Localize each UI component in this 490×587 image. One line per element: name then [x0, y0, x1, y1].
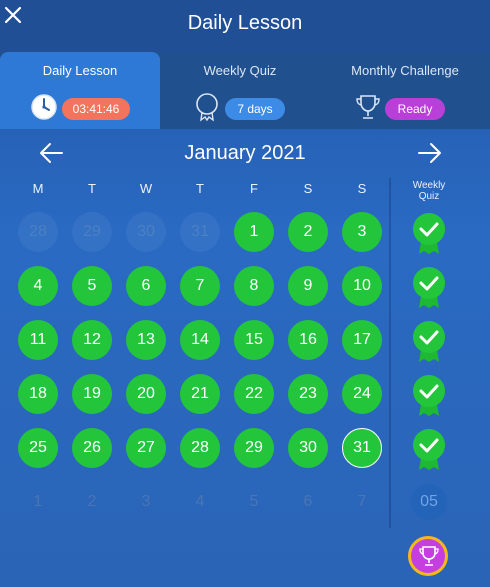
clock-icon	[29, 92, 59, 122]
calendar-day[interactable]: 24	[342, 374, 382, 414]
tab-daily-lesson[interactable]: Daily Lesson 03:41:46	[0, 52, 160, 129]
calendar-day: 29	[72, 212, 112, 252]
calendar-day: 4	[195, 493, 205, 510]
calendar-day[interactable]: 3	[342, 212, 382, 252]
calendar-day[interactable]: 16	[288, 320, 328, 360]
arrow-right-icon[interactable]	[416, 141, 444, 165]
weekly-quiz-badge: 7 days	[225, 98, 285, 120]
arrow-left-icon[interactable]	[37, 141, 65, 165]
calendar-day[interactable]: 19	[72, 374, 112, 414]
tab-weekly-quiz[interactable]: Weekly Quiz 7 days	[160, 52, 320, 129]
calendar-day[interactable]: 25	[18, 428, 58, 468]
weekday-label: W	[139, 181, 153, 196]
tab-label: Daily Lesson	[42, 63, 118, 78]
calendar-day[interactable]: 6	[126, 266, 166, 306]
app-header: Daily Lesson	[0, 0, 490, 52]
calendar-day[interactable]: 17	[342, 320, 382, 360]
quiz-complete-badge-icon[interactable]	[411, 266, 447, 310]
calendar-day[interactable]: 22	[234, 374, 274, 414]
calendar-day: 5	[249, 493, 259, 510]
trophy-icon	[353, 92, 383, 122]
calendar-day[interactable]: 29	[234, 428, 274, 468]
calendar-day[interactable]: 1	[234, 212, 274, 252]
calendar-day[interactable]: 2	[288, 212, 328, 252]
calendar-day[interactable]: 9	[288, 266, 328, 306]
monthly-trophy-button[interactable]	[408, 536, 448, 576]
medal-icon	[192, 92, 222, 122]
page-title: Daily Lesson	[187, 12, 303, 34]
calendar-day: 6	[303, 493, 313, 510]
calendar-day[interactable]: 15	[234, 320, 274, 360]
quiz-complete-badge-icon[interactable]	[411, 212, 447, 256]
calendar-day: 7	[357, 493, 367, 510]
weekly-quiz-column-label: Weekly Quiz	[412, 180, 446, 202]
calendar-day[interactable]: 21	[180, 374, 220, 414]
monthly-challenge-badge: Ready	[385, 98, 445, 120]
weekday-label: M	[32, 181, 44, 196]
calendar-header: January 2021	[0, 129, 490, 177]
calendar-day[interactable]: 28	[180, 428, 220, 468]
column-divider	[389, 178, 391, 528]
calendar-day: 1	[33, 493, 43, 510]
calendar-day[interactable]: 18	[18, 374, 58, 414]
countdown-badge: 03:41:46	[62, 98, 130, 120]
calendar-day[interactable]: 5	[72, 266, 112, 306]
tab-bar: Daily Lesson 03:41:46 Weekly Quiz 7 days…	[0, 52, 490, 129]
calendar-day[interactable]: 26	[72, 428, 112, 468]
calendar-day: 28	[18, 212, 58, 252]
upcoming-quiz-week: 05	[411, 484, 447, 520]
weekday-label: T	[88, 181, 96, 196]
calendar-day: 31	[180, 212, 220, 252]
calendar-day[interactable]: 13	[126, 320, 166, 360]
calendar-day[interactable]: 27	[126, 428, 166, 468]
calendar-day: 3	[141, 493, 151, 510]
quiz-complete-badge-icon[interactable]	[411, 428, 447, 472]
calendar-day[interactable]: 4	[18, 266, 58, 306]
calendar-day: 2	[87, 493, 97, 510]
quiz-complete-badge-icon[interactable]	[411, 320, 447, 364]
calendar-day[interactable]: 8	[234, 266, 274, 306]
calendar-day[interactable]: 7	[180, 266, 220, 306]
calendar-day[interactable]: 31	[342, 428, 382, 468]
calendar-day[interactable]: 30	[288, 428, 328, 468]
calendar-day[interactable]: 11	[18, 320, 58, 360]
calendar-day[interactable]: 10	[342, 266, 382, 306]
calendar-day[interactable]: 14	[180, 320, 220, 360]
calendar-day[interactable]: 23	[288, 374, 328, 414]
quiz-complete-badge-icon[interactable]	[411, 374, 447, 418]
weekday-label: S	[357, 181, 367, 196]
tab-label: Weekly Quiz	[203, 63, 277, 78]
calendar-day[interactable]: 12	[72, 320, 112, 360]
weekday-label: T	[196, 181, 204, 196]
weekday-label: S	[303, 181, 313, 196]
tab-monthly-challenge[interactable]: Monthly Challenge Ready	[320, 52, 490, 129]
tab-label: Monthly Challenge	[351, 63, 459, 78]
weekday-label: F	[250, 181, 258, 196]
calendar-day[interactable]: 20	[126, 374, 166, 414]
trophy-icon	[419, 546, 439, 566]
month-label: January 2021	[184, 142, 306, 164]
calendar-day: 30	[126, 212, 166, 252]
